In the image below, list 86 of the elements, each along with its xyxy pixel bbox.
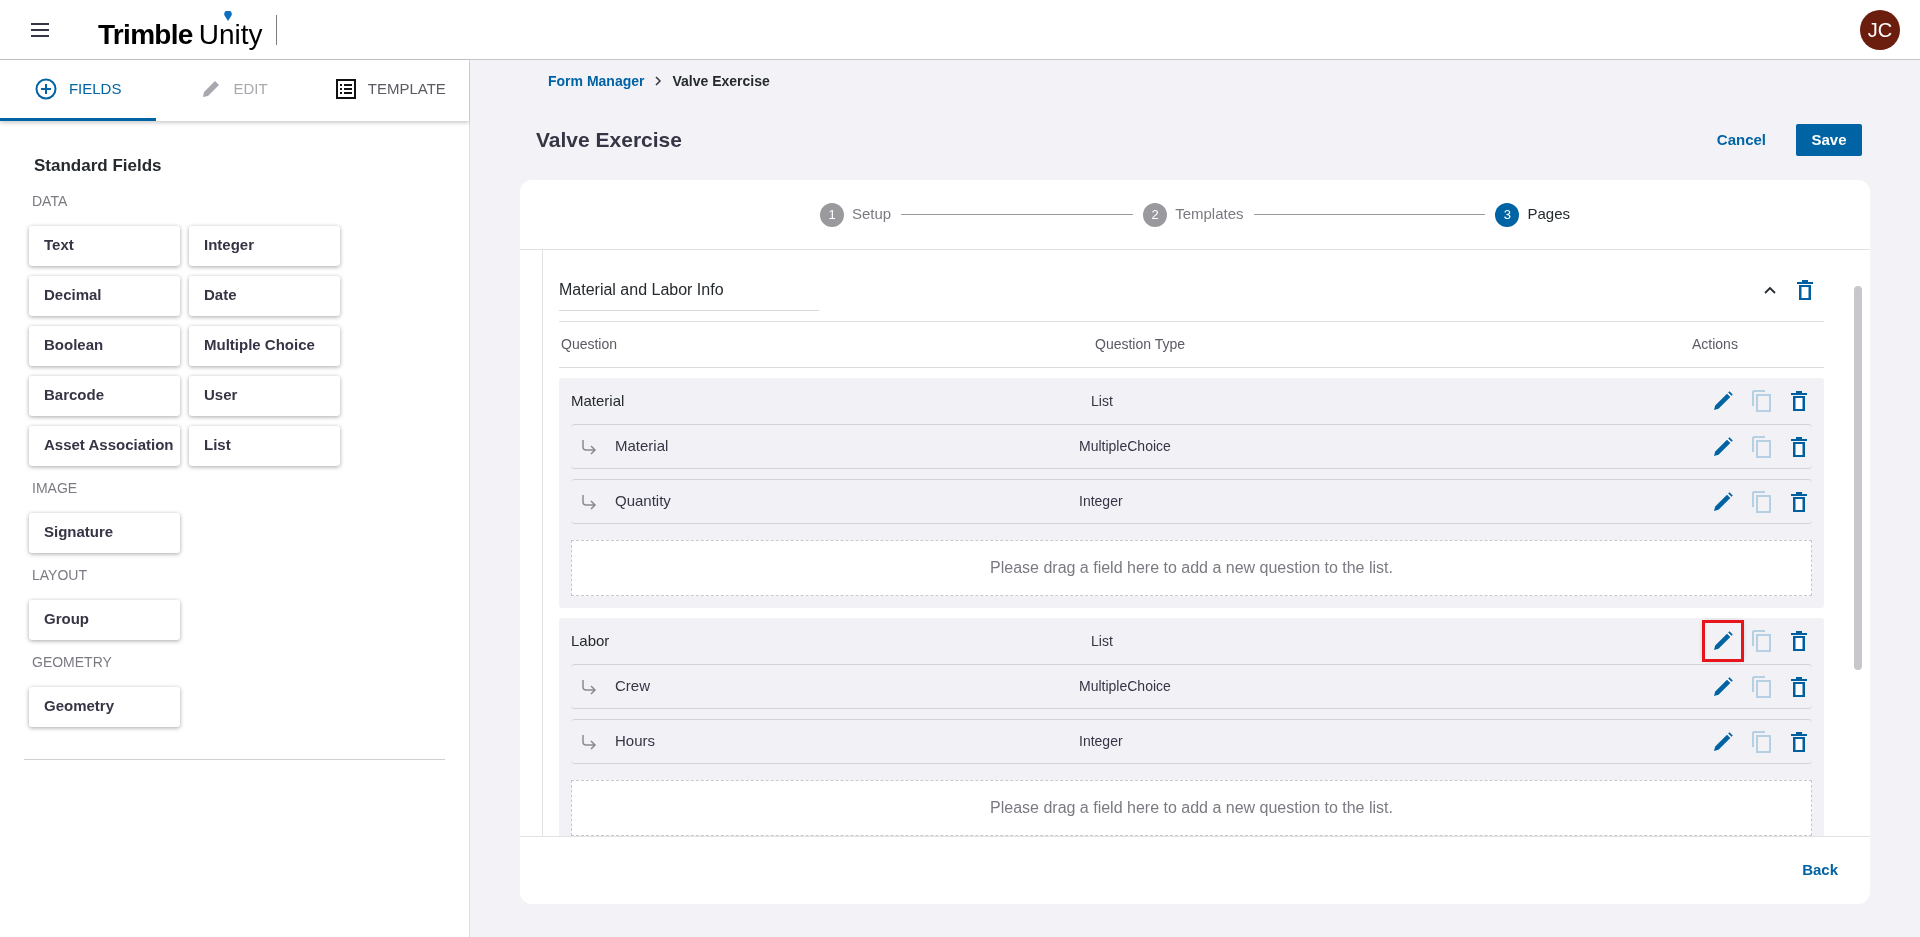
sidebar-tab[interactable]: TEMPLATE [312,60,469,121]
pencil-icon [201,79,222,99]
pencil-icon [1713,731,1733,752]
delete-button[interactable] [1794,277,1816,302]
step-number: 3 [1495,202,1520,227]
return-arrow-icon [581,438,597,455]
return-arrow-icon [581,678,597,695]
cancel-button[interactable]: Cancel [1706,124,1776,156]
delete-button[interactable] [1788,388,1810,414]
chevron-icon [1764,285,1776,294]
section-heading: Standard Fields [34,155,163,177]
step-label: Templates [1175,204,1244,225]
question-name: Hours [615,731,655,752]
group-label: LAYOUT [32,565,88,585]
field-type-button[interactable]: Signature [29,512,180,553]
sidebar-tab[interactable]: FIELDS [0,60,157,121]
step-number: 1 [820,202,844,227]
question-type: Integer [1079,492,1124,511]
list-icon [335,79,356,99]
field-type-button[interactable]: Text [29,225,180,266]
page-name-field[interactable]: Material and Labor Info [559,268,819,311]
trash-icon [1791,676,1807,697]
field-type-button[interactable]: Integer [189,225,340,266]
field-type-button[interactable]: Asset Association [29,425,180,466]
pencil-icon [1713,436,1733,457]
breadcrumb-current: Valve Exercise [672,71,770,91]
save-button[interactable]: Save [1796,124,1862,156]
trash-icon [1791,491,1807,512]
group-label: DATA [32,191,69,211]
copy-icon [1752,490,1772,513]
drop-zone[interactable]: Please drag a field here to add a new question to the list. [571,540,1812,596]
field-type-button[interactable]: Group [29,599,180,640]
field-type-button[interactable]: Geometry [29,686,180,727]
trash-icon [1791,391,1807,411]
trash-icon [1791,436,1807,457]
trash-icon [1791,631,1807,651]
question-type: Integer [1079,732,1124,751]
trash-icon [1797,279,1813,300]
step-label: Setup [852,204,892,225]
question-type: List [1091,391,1114,411]
return-arrow-icon [581,493,597,510]
question-name: Quantity [615,491,671,512]
pencil-icon [1713,391,1733,411]
step-number: 2 [1143,202,1168,227]
field-type-button[interactable]: User [189,375,340,416]
field-type-button[interactable]: Decimal [29,275,180,316]
group-label: IMAGE [32,478,79,498]
edit-button[interactable] [1705,623,1741,659]
column-header: Actions [1692,335,1739,354]
return-arrow-icon [581,733,597,750]
question-type: MultipleChoice [1079,677,1172,696]
drop-zone[interactable]: Please drag a field here to add a new question to the list. [571,780,1812,836]
back-button[interactable]: Back [1802,859,1838,882]
menu-icon [31,22,49,37]
copy-icon [1752,730,1772,753]
copy-icon [1752,390,1772,412]
delete-button[interactable] [1788,628,1810,654]
trash-icon [1791,731,1807,752]
column-header: Question [561,335,619,354]
pencil-icon [1713,676,1733,697]
question-name: Crew [615,676,650,697]
question-type: MultipleChoice [1079,437,1172,456]
group-label: GEOMETRY [32,652,113,672]
question-name: Material [571,390,626,411]
pencil-icon [1713,491,1733,512]
user-avatar[interactable]: JC [1860,9,1900,50]
copy-icon [1752,435,1772,458]
field-type-button[interactable]: Boolean [29,325,180,366]
copy-icon [1752,675,1772,698]
copy-icon [1752,630,1772,652]
field-type-button[interactable]: Multiple Choice [189,325,340,366]
pencil-icon [1713,631,1733,651]
add-icon [34,78,57,100]
logo: Trimble Unity [98,8,265,51]
page-title: Valve Exercise [536,127,682,154]
chevron-icon [654,76,663,86]
question-name: Material [615,436,669,457]
breadcrumb-link[interactable]: Form Manager [548,70,645,92]
scrollbar-thumb[interactable] [1854,286,1862,670]
field-type-button[interactable]: List [189,425,340,466]
column-header: Question Type [1095,335,1187,354]
question-type: List [1091,631,1114,651]
step-label: Pages [1527,204,1570,225]
field-type-button[interactable]: Date [189,275,340,316]
question-name: Labor [571,630,611,651]
field-type-button[interactable]: Barcode [29,375,180,416]
